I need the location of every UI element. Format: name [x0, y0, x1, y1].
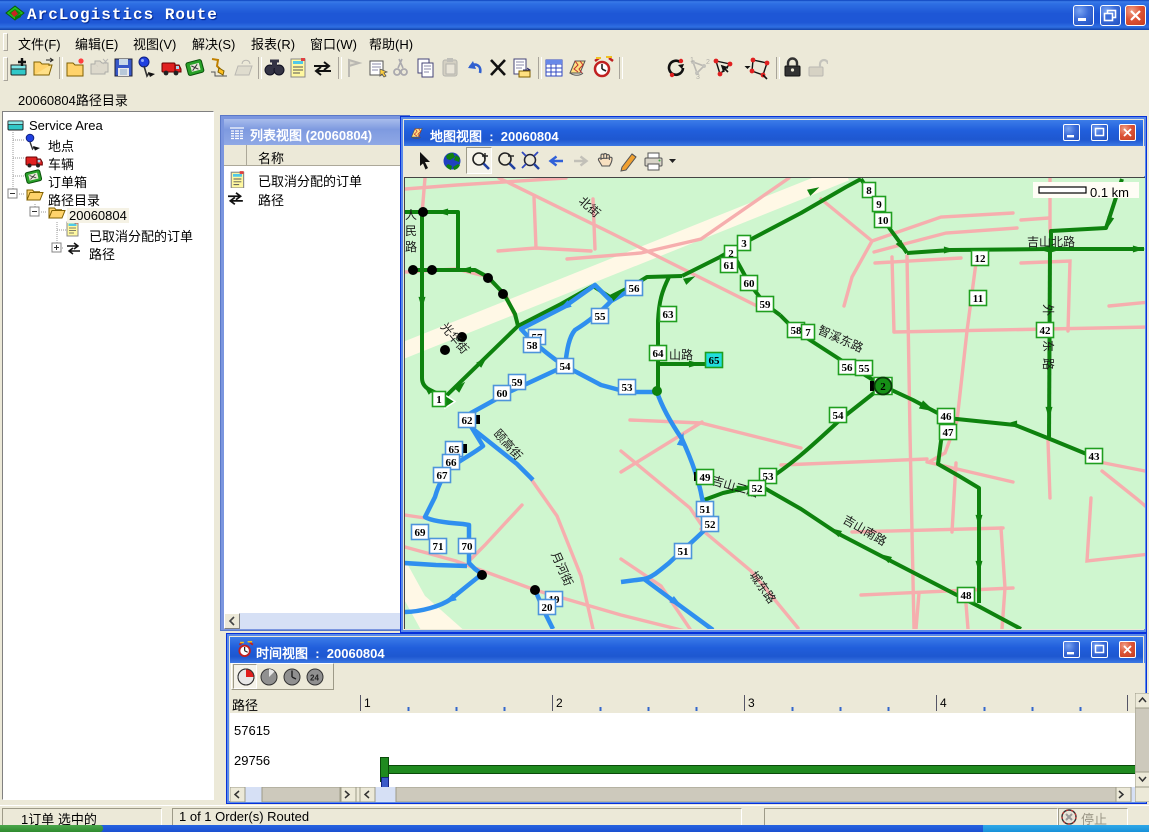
svg-text:42: 42 [1040, 325, 1052, 337]
svg-text:56: 56 [842, 362, 854, 374]
svg-text:路: 路 [405, 239, 417, 254]
svg-text:70: 70 [462, 541, 474, 553]
svg-text:外环东路: 外环东路 [1041, 304, 1056, 376]
svg-text:63: 63 [663, 309, 675, 321]
svg-text:1: 1 [364, 696, 371, 710]
svg-text:7: 7 [805, 327, 811, 339]
svg-text:20: 20 [542, 602, 554, 614]
svg-text:51: 51 [700, 504, 711, 516]
svg-text:47: 47 [943, 427, 955, 439]
svg-text:3: 3 [741, 238, 747, 250]
svg-text:48: 48 [961, 590, 973, 602]
svg-text:11: 11 [973, 293, 983, 305]
svg-text:49: 49 [700, 472, 712, 484]
svg-text:43: 43 [1089, 451, 1101, 463]
svg-text:58: 58 [791, 325, 803, 337]
svg-text:67: 67 [437, 470, 449, 482]
svg-text:60: 60 [497, 388, 509, 400]
svg-text:59: 59 [512, 377, 524, 389]
svg-text:60: 60 [744, 278, 756, 290]
svg-text:12: 12 [975, 253, 987, 265]
svg-text:24: 24 [310, 674, 319, 683]
svg-text:54: 54 [833, 410, 845, 422]
svg-text:人: 人 [405, 208, 417, 222]
svg-text:51: 51 [678, 546, 689, 558]
svg-text:民: 民 [405, 224, 417, 238]
svg-text:2: 2 [880, 381, 886, 393]
svg-text:2: 2 [556, 696, 563, 710]
svg-text:46: 46 [941, 411, 953, 423]
svg-text:2: 2 [706, 59, 710, 66]
svg-text:10: 10 [878, 215, 890, 227]
svg-text:52: 52 [752, 483, 764, 495]
svg-text:58: 58 [527, 340, 539, 352]
svg-text:0.1 km: 0.1 km [1090, 185, 1129, 200]
svg-text:山路: 山路 [669, 347, 693, 362]
svg-text:吉山北路: 吉山北路 [1027, 234, 1075, 249]
svg-text:69: 69 [415, 527, 427, 539]
svg-text:64: 64 [653, 348, 665, 360]
svg-text:3: 3 [748, 696, 755, 710]
svg-text:61: 61 [724, 260, 735, 272]
svg-text:65: 65 [709, 355, 721, 367]
svg-text:4: 4 [940, 696, 947, 710]
svg-text:3: 3 [696, 74, 700, 80]
svg-text:62: 62 [462, 415, 474, 427]
svg-text:71: 71 [433, 541, 444, 553]
svg-text:52: 52 [705, 519, 717, 531]
svg-text:55: 55 [595, 311, 607, 323]
svg-text:54: 54 [560, 361, 572, 373]
svg-text:1: 1 [436, 394, 442, 406]
svg-text:56: 56 [629, 283, 641, 295]
svg-text:53: 53 [622, 382, 634, 394]
svg-text:59: 59 [760, 299, 772, 311]
svg-text:55: 55 [859, 363, 871, 375]
svg-text:1: 1 [690, 57, 694, 64]
svg-text:9: 9 [876, 199, 882, 211]
svg-text:8: 8 [866, 185, 872, 197]
